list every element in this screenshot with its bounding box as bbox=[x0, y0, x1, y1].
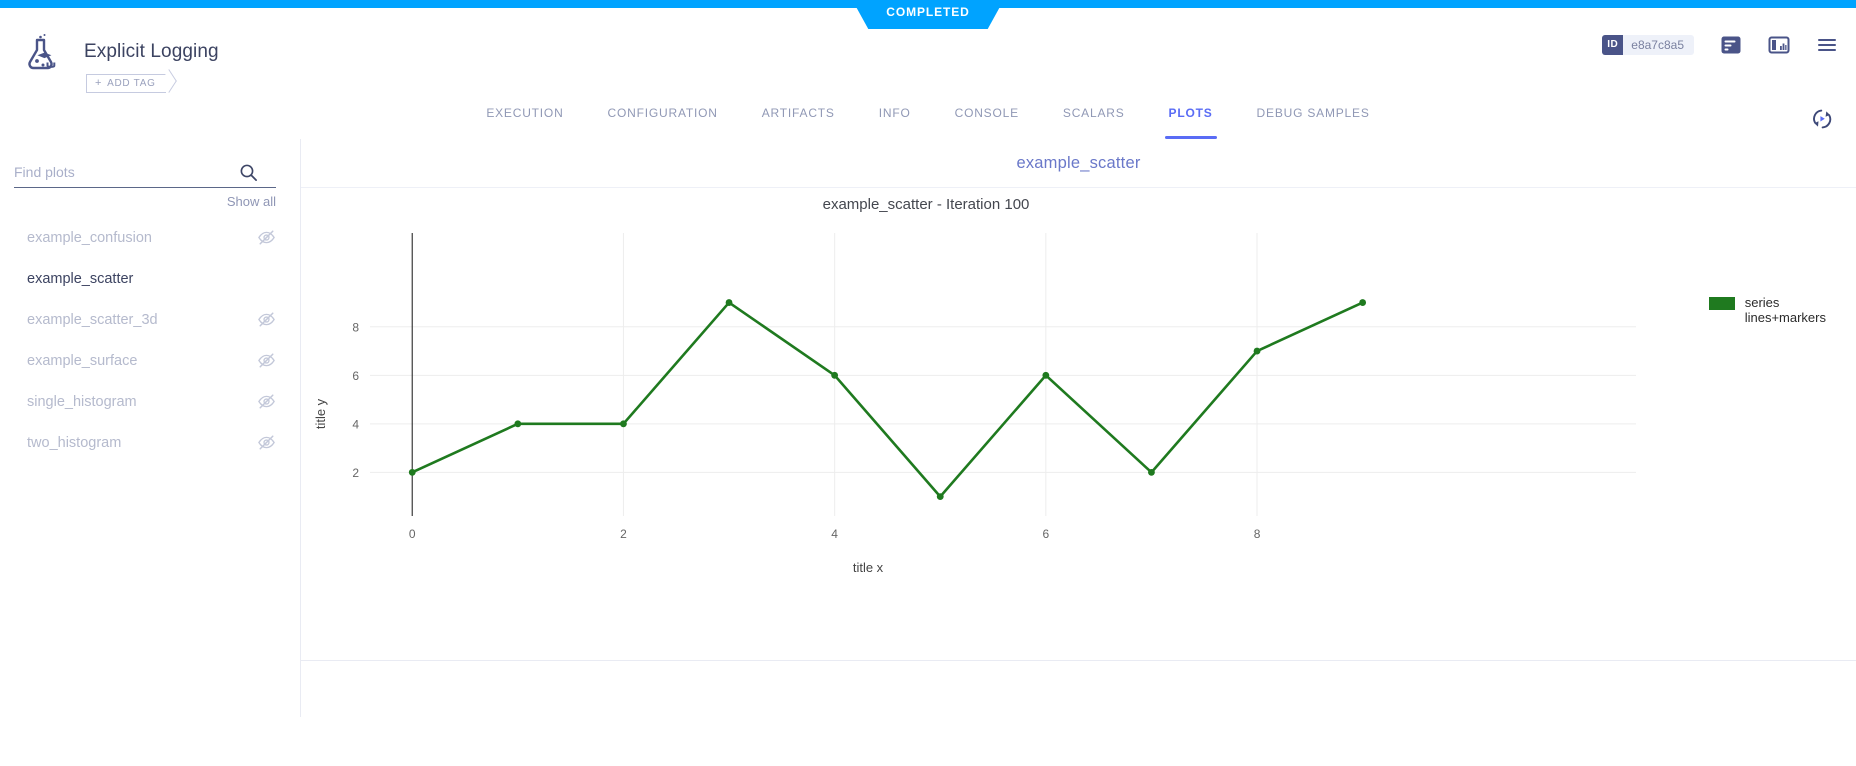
legend-color-swatch bbox=[1709, 297, 1735, 310]
tab-debug-samples[interactable]: DEBUG SAMPLES bbox=[1235, 101, 1392, 139]
plots-sidebar: Show all example_confusion example_scatt… bbox=[0, 139, 301, 717]
svg-text:title x: title x bbox=[853, 560, 884, 575]
tab-execution[interactable]: EXECUTION bbox=[464, 101, 585, 139]
chart-legend: series lines+markers bbox=[1709, 295, 1826, 325]
plot-list-item-single-histogram[interactable]: single_histogram bbox=[0, 381, 300, 422]
search-plots-row bbox=[14, 157, 276, 188]
svg-text:4: 4 bbox=[352, 417, 359, 431]
search-input[interactable] bbox=[14, 164, 239, 180]
hamburger-menu-icon[interactable] bbox=[1816, 34, 1838, 56]
svg-text:example_scatter - Iteration 10: example_scatter - Iteration 100 bbox=[823, 196, 1030, 213]
eye-off-icon[interactable] bbox=[257, 392, 276, 411]
plot-item-label: example_confusion bbox=[27, 230, 152, 246]
plot-card-empty-slot bbox=[301, 661, 1856, 766]
plot-item-label: example_scatter_3d bbox=[27, 312, 158, 328]
tab-console[interactable]: CONSOLE bbox=[933, 101, 1041, 139]
svg-text:2: 2 bbox=[352, 466, 359, 480]
plot-panel-header: example_scatter bbox=[301, 139, 1856, 188]
search-icon[interactable] bbox=[239, 163, 258, 182]
scatter-line-chart[interactable]: example_scatter - Iteration 100 2 4 6 8 0 2 4 6 8… bbox=[301, 188, 1856, 660]
plot-list-item-example-scatter[interactable]: example_scatter bbox=[0, 258, 300, 299]
add-tag-label: ADD TAG bbox=[107, 78, 155, 89]
svg-text:6: 6 bbox=[1042, 527, 1049, 541]
svg-text:8: 8 bbox=[1254, 527, 1261, 541]
plot-item-label: two_histogram bbox=[27, 435, 121, 451]
svg-text:2: 2 bbox=[620, 527, 627, 541]
eye-off-icon[interactable] bbox=[257, 310, 276, 329]
id-label: ID bbox=[1602, 35, 1623, 55]
page-title: Explicit Logging bbox=[84, 41, 219, 63]
plot-item-label: example_surface bbox=[27, 353, 137, 369]
header-actions: ID e8a7c8a5 bbox=[1602, 34, 1838, 56]
tab-configuration[interactable]: CONFIGURATION bbox=[586, 101, 740, 139]
plot-panel-title: example_scatter bbox=[1016, 154, 1140, 173]
plus-icon: + bbox=[95, 77, 102, 89]
svg-text:0: 0 bbox=[409, 527, 416, 541]
tab-plots[interactable]: PLOTS bbox=[1147, 101, 1235, 139]
svg-text:4: 4 bbox=[831, 527, 838, 541]
auto-refresh-icon[interactable] bbox=[1810, 107, 1834, 131]
eye-off-icon[interactable] bbox=[257, 228, 276, 247]
tab-bar: EXECUTION CONFIGURATION ARTIFACTS INFO C… bbox=[0, 101, 1856, 140]
plot-list-item-example-surface[interactable]: example_surface bbox=[0, 340, 300, 381]
show-all-link[interactable]: Show all bbox=[227, 194, 276, 209]
legend-series-mode: lines+markers bbox=[1745, 310, 1826, 325]
log-icon[interactable] bbox=[1720, 34, 1742, 56]
eye-off-icon[interactable] bbox=[257, 351, 276, 370]
legend-series-name: series bbox=[1745, 295, 1780, 310]
plot-list-item-two-histogram[interactable]: two_histogram bbox=[0, 422, 300, 463]
svg-text:8: 8 bbox=[352, 320, 359, 334]
status-badge: COMPLETED bbox=[852, 0, 1003, 29]
plot-item-label: single_histogram bbox=[27, 394, 137, 410]
add-tag-button[interactable]: + ADD TAG bbox=[86, 74, 166, 93]
plot-card: example_scatter - Iteration 100 2 4 6 8 0 2 4 6 8… bbox=[301, 188, 1856, 661]
tab-info[interactable]: INFO bbox=[857, 101, 933, 139]
plot-item-label: example_scatter bbox=[27, 271, 133, 287]
legend-entry[interactable]: series lines+markers bbox=[1745, 295, 1826, 325]
plot-list-item-example-scatter-3d[interactable]: example_scatter_3d bbox=[0, 299, 300, 340]
tab-artifacts[interactable]: ARTIFACTS bbox=[740, 101, 857, 139]
plot-list: example_confusion example_scatter exampl… bbox=[0, 217, 300, 463]
eye-off-icon[interactable] bbox=[257, 433, 276, 452]
svg-text:title y: title y bbox=[313, 398, 328, 429]
plots-main-panel: example_scatter example_scatter - Iterat… bbox=[301, 139, 1856, 717]
plot-list-item-example-confusion[interactable]: example_confusion bbox=[0, 217, 300, 258]
svg-text:6: 6 bbox=[352, 369, 359, 383]
id-value: e8a7c8a5 bbox=[1623, 35, 1694, 55]
tab-list: EXECUTION CONFIGURATION ARTIFACTS INFO C… bbox=[0, 101, 1856, 139]
experiment-id-chip[interactable]: ID e8a7c8a5 bbox=[1602, 35, 1694, 55]
tab-scalars[interactable]: SCALARS bbox=[1041, 101, 1147, 139]
experiment-flask-icon bbox=[20, 32, 64, 76]
split-panel-icon[interactable] bbox=[1768, 34, 1790, 56]
